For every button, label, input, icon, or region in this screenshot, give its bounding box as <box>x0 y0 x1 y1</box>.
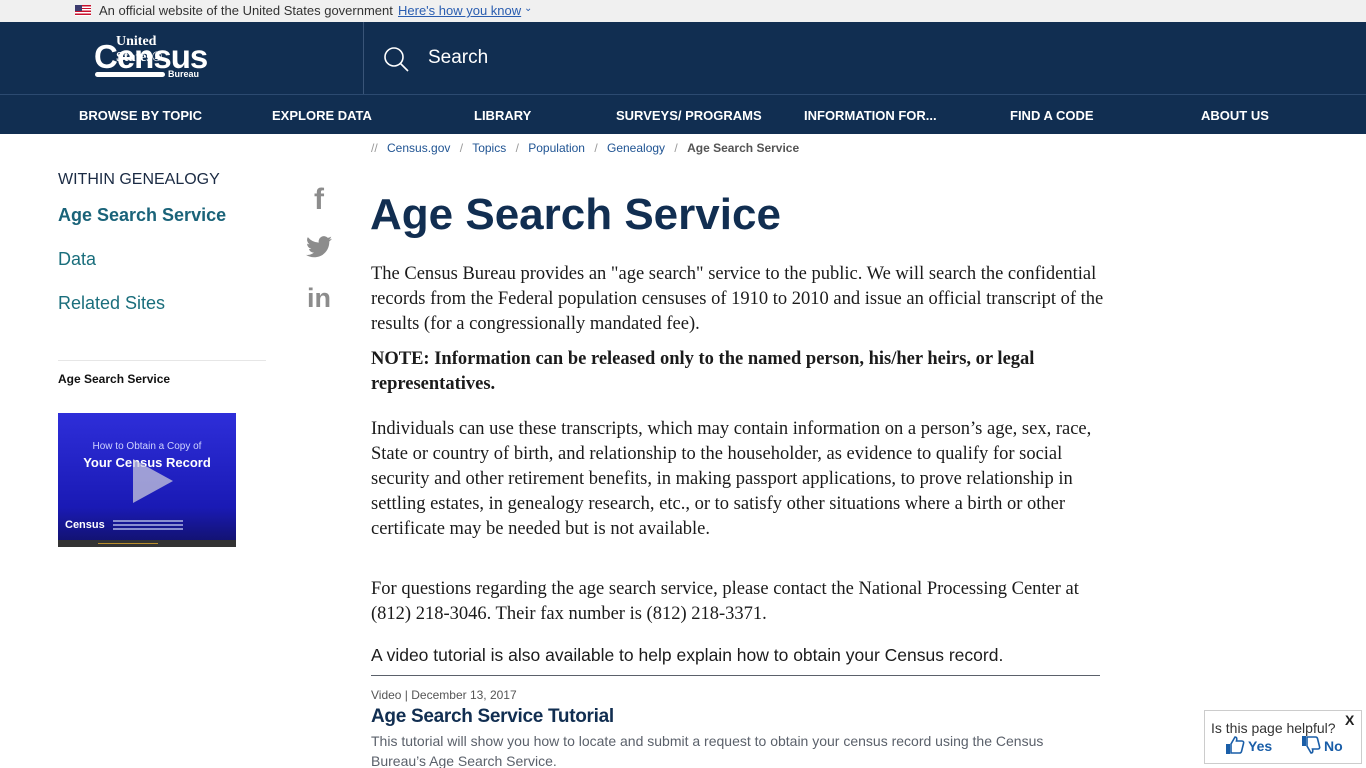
logo-bureau: Bureau <box>168 69 200 79</box>
feedback-no-label: No <box>1324 738 1343 754</box>
breadcrumb-current: Age Search Service <box>687 141 800 155</box>
video-thumb-line1: How to Obtain a Copy of <box>92 441 202 452</box>
gov-banner: An official website of the United States… <box>0 0 1366 22</box>
sidebar-divider <box>58 360 266 361</box>
video-thumb-subtext <box>113 520 183 522</box>
usage-paragraph: Individuals can use these transcripts, w… <box>371 419 1092 539</box>
video-thumbnail[interactable]: How to Obtain a Copy of Your Census Reco… <box>58 413 236 547</box>
video-thumb-logo: Census <box>65 519 105 531</box>
breadcrumb-genealogy[interactable]: Genealogy <box>607 141 665 155</box>
sidebar-item-related-sites[interactable]: Related Sites <box>58 293 165 314</box>
feedback-widget: Is this page helpful? X Yes No <box>1204 710 1362 764</box>
thumbs-down-icon <box>1302 736 1321 754</box>
nav-surveys-programs[interactable]: SURVEYS/ PROGRAMS <box>616 108 762 123</box>
nav-about-us[interactable]: ABOUT US <box>1201 108 1269 123</box>
feedback-yes-label: Yes <box>1248 738 1273 754</box>
content-divider <box>371 675 1100 676</box>
chevron-down-icon[interactable]: ⌄ <box>524 3 532 14</box>
breadcrumb: // Census.gov / Topics / Population / Ge… <box>371 141 805 155</box>
how-you-know-link[interactable]: Here's how you know <box>398 3 521 18</box>
search-input[interactable]: Search <box>428 47 488 69</box>
contact-paragraph: For questions regarding the age search s… <box>371 579 1079 624</box>
header-divider <box>363 22 364 94</box>
note-paragraph: NOTE: Information can be released only t… <box>371 349 1035 394</box>
feedback-no-button[interactable]: No <box>1301 735 1343 755</box>
breadcrumb-lead: // <box>371 141 378 155</box>
search-icon[interactable] <box>383 46 409 72</box>
video-controls-bar[interactable] <box>58 540 236 547</box>
breadcrumb-separator: / <box>674 141 678 155</box>
linkedin-icon[interactable]: in <box>304 283 334 314</box>
play-icon[interactable] <box>133 459 173 503</box>
page-title: Age Search Service <box>370 190 781 239</box>
logo-bar <box>95 72 165 77</box>
breadcrumb-separator: / <box>594 141 598 155</box>
tutorial-description: This tutorial will show you how to locat… <box>371 733 1044 768</box>
sidebar-heading: WITHIN GENEALOGY <box>58 171 220 188</box>
breadcrumb-population[interactable]: Population <box>528 141 585 155</box>
feedback-question: Is this page helpful? <box>1211 720 1336 736</box>
video-caption: Age Search Service <box>58 372 171 386</box>
gov-banner-text: An official website of the United States… <box>99 3 393 18</box>
us-flag-icon <box>75 5 91 16</box>
site-header: United States® Census Bureau Search <box>0 22 1366 94</box>
video-tutorial-text: A video tutorial is also available to he… <box>371 645 1004 665</box>
twitter-icon[interactable] <box>304 236 334 263</box>
tutorial-meta: Video | December 13, 2017 <box>371 688 517 702</box>
breadcrumb-census-gov[interactable]: Census.gov <box>387 141 450 155</box>
breadcrumb-separator: / <box>459 141 464 155</box>
main-nav: BROWSE BY TOPIC EXPLORE DATA LIBRARY SUR… <box>0 94 1366 134</box>
nav-explore-data[interactable]: EXPLORE DATA <box>272 108 372 123</box>
breadcrumb-separator: / <box>515 141 519 155</box>
breadcrumb-topics[interactable]: Topics <box>472 141 506 155</box>
tutorial-title-link[interactable]: Age Search Service Tutorial <box>371 706 614 728</box>
close-icon[interactable]: X <box>1345 712 1354 728</box>
sidebar-item-age-search-service[interactable]: Age Search Service <box>58 205 226 226</box>
facebook-icon[interactable]: f <box>304 183 334 217</box>
nav-library[interactable]: LIBRARY <box>474 108 531 123</box>
nav-browse-by-topic[interactable]: BROWSE BY TOPIC <box>79 108 202 123</box>
nav-information-for[interactable]: INFORMATION FOR... <box>804 108 937 123</box>
feedback-yes-button[interactable]: Yes <box>1225 735 1272 755</box>
thumbs-up-icon <box>1226 736 1245 754</box>
sidebar-item-data[interactable]: Data <box>58 249 96 270</box>
census-logo[interactable]: United States® Census Bureau <box>94 34 208 84</box>
nav-find-a-code[interactable]: FIND A CODE <box>1010 108 1094 123</box>
intro-paragraph: The Census Bureau provides an "age searc… <box>371 264 1104 334</box>
